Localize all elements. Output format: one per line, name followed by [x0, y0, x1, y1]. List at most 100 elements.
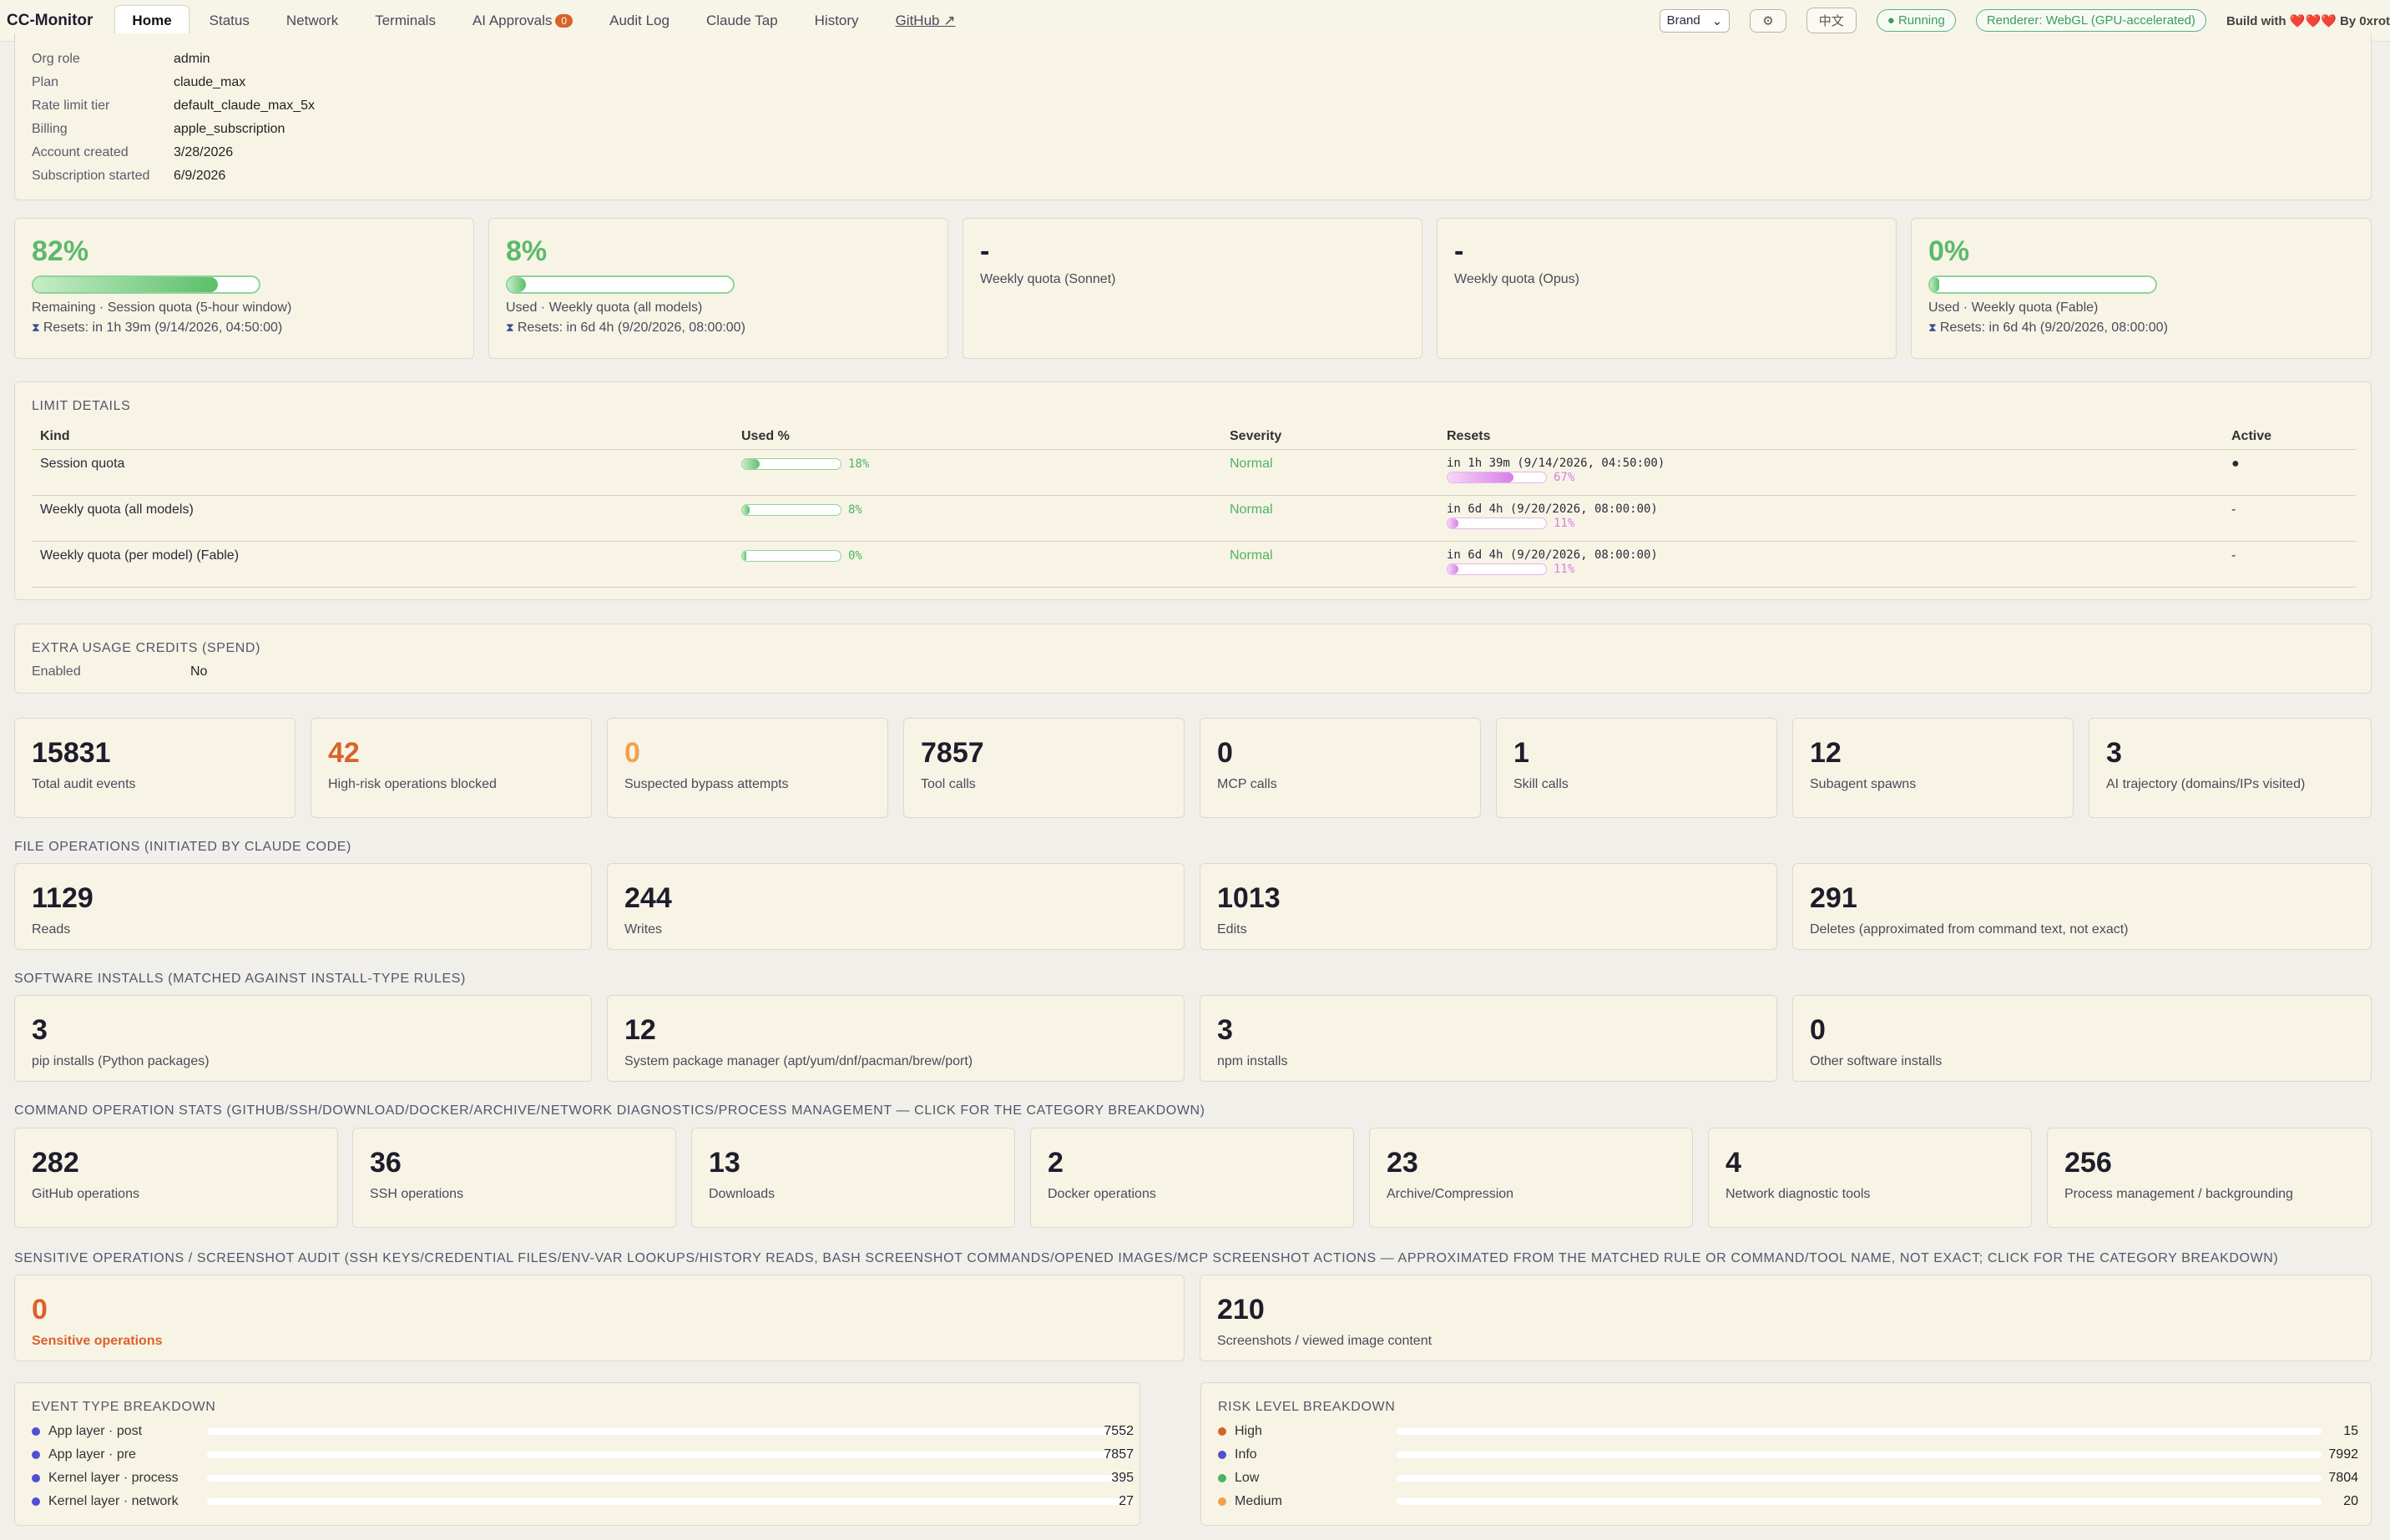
chevron-down-icon: ⌄ — [1711, 13, 1723, 28]
stat-card-subagent-spawns[interactable]: 12 Subagent spawns — [1792, 718, 2074, 818]
limit-resets: in 6d 4h (9/20/2026, 08:00:00) 11% — [1438, 541, 2223, 588]
quota-value: - — [1454, 235, 1464, 267]
stat-value: 36 — [370, 1147, 402, 1179]
quota-card-session: 82% Remaining · Session quota (5-hour wi… — [14, 218, 474, 359]
legend-dot — [32, 1497, 40, 1506]
quota-reset-text: Resets: in 6d 4h (9/20/2026, 08:00:00) — [1939, 321, 2168, 335]
theme-select-value: Brand — [1666, 13, 1700, 28]
tab-audit-log[interactable]: Audit Log — [593, 6, 686, 36]
account-value: 3/28/2026 — [174, 145, 234, 159]
tab-home[interactable]: Home — [114, 4, 189, 37]
used-percent: 0% — [848, 549, 862, 563]
command-card-network-diag[interactable]: 4 Network diagnostic tools — [1708, 1128, 2032, 1228]
legend-dot — [1218, 1474, 1226, 1482]
limit-active: ● — [2223, 449, 2356, 496]
breakdown-row: Info 7992 — [1218, 1445, 2358, 1465]
stat-label: AI trajectory (domains/IPs visited) — [2106, 777, 2306, 791]
install-card-other[interactable]: 0 Other software installs — [1792, 995, 2372, 1082]
breakdown-value: 7804 — [2328, 1471, 2358, 1485]
stat-value: 12 — [1810, 737, 1842, 769]
file-op-card-reads[interactable]: 1129 Reads — [14, 863, 592, 950]
stat-value: 282 — [32, 1147, 79, 1179]
stat-value: 3 — [2106, 737, 2122, 769]
ai-approvals-count-badge: 0 — [555, 14, 573, 28]
breakdown-row: High 15 — [1218, 1421, 2358, 1442]
language-button[interactable]: 中文 — [1806, 8, 1857, 33]
file-op-card-edits[interactable]: 1013 Edits — [1200, 863, 1777, 950]
install-card-system-pkg[interactable]: 12 System package manager (apt/yum/dnf/pa… — [607, 995, 1185, 1082]
quota-value: 82% — [32, 235, 89, 267]
quota-card-weekly-all: 8% Used · Weekly quota (all models) ⧗ Res… — [488, 218, 948, 359]
tab-ai-approvals[interactable]: AI Approvals 0 — [456, 6, 589, 36]
stat-label: Total audit events — [32, 777, 136, 791]
resets-percent: 67% — [1554, 471, 1575, 484]
top-right-controls: Brand ⌄ ⚙ 中文 ● Running Renderer: WebGL (G… — [1659, 8, 2390, 33]
breakdown-label: Medium — [1235, 1494, 1282, 1508]
tab-terminals[interactable]: Terminals — [358, 6, 452, 36]
theme-select[interactable]: Brand ⌄ — [1659, 8, 1731, 33]
tab-history[interactable]: History — [798, 6, 876, 36]
command-card-process-mgmt[interactable]: 256 Process management / backgrounding — [2047, 1128, 2372, 1228]
file-op-card-deletes[interactable]: 291 Deletes (approximated from command te… — [1792, 863, 2372, 950]
stat-card-mcp-calls[interactable]: 0 MCP calls — [1200, 718, 1481, 818]
tab-claude-tap[interactable]: Claude Tap — [690, 6, 795, 36]
stat-label: System package manager (apt/yum/dnf/pacm… — [624, 1054, 973, 1068]
sensitive-card-operations[interactable]: 0 Sensitive operations — [14, 1275, 1185, 1361]
command-card-ssh[interactable]: 36 SSH operations — [352, 1128, 676, 1228]
tab-network[interactable]: Network — [270, 6, 355, 36]
stat-value: 244 — [624, 882, 672, 914]
legend-dot — [32, 1427, 40, 1436]
breakdown-bar — [1397, 1428, 2322, 1435]
command-card-downloads[interactable]: 13 Downloads — [691, 1128, 1015, 1228]
column-header-resets: Resets — [1438, 424, 2223, 450]
stat-card-skill-calls[interactable]: 1 Skill calls — [1496, 718, 1777, 818]
github-link[interactable]: GitHub ↗ — [879, 6, 973, 36]
event-type-breakdown-card: EVENT TYPE BREAKDOWN App layer · post 755… — [14, 1382, 1140, 1526]
quota-value: - — [980, 235, 990, 267]
resets-progress-bar — [1447, 517, 1547, 529]
build-author: By 0xrot — [2339, 13, 2390, 28]
stat-label: Network diagnostic tools — [1726, 1187, 1871, 1201]
stat-card-ai-trajectory[interactable]: 3 AI trajectory (domains/IPs visited) — [2089, 718, 2372, 818]
stat-label: Screenshots / viewed image content — [1217, 1334, 1432, 1348]
limit-severity: Normal — [1221, 541, 1438, 588]
quota-reset: ⧗ Resets: in 6d 4h (9/20/2026, 08:00:00) — [1928, 321, 2168, 336]
breakdown-label: App layer · post — [48, 1424, 143, 1438]
stat-card-total-events[interactable]: 15831 Total audit events — [14, 718, 296, 818]
file-ops-title: FILE OPERATIONS (INITIATED BY CLAUDE COD… — [14, 840, 351, 854]
command-card-archive[interactable]: 23 Archive/Compression — [1369, 1128, 1693, 1228]
command-card-github[interactable]: 282 GitHub operations — [14, 1128, 338, 1228]
stat-value: 4 — [1726, 1147, 1741, 1179]
settings-button[interactable]: ⚙ — [1750, 8, 1786, 33]
stat-card-tool-calls[interactable]: 7857 Tool calls — [903, 718, 1185, 818]
limit-used: 18% — [733, 449, 1221, 496]
limit-used: 0% — [733, 541, 1221, 588]
stat-label: Archive/Compression — [1387, 1187, 1514, 1201]
limit-details-card: LIMIT DETAILS Kind Used % Severity Reset… — [14, 381, 2372, 600]
quota-card-opus: - Weekly quota (Opus) — [1437, 218, 1897, 359]
account-value: claude_max — [174, 75, 246, 89]
install-card-npm[interactable]: 3 npm installs — [1200, 995, 1777, 1082]
resets-progress-fill — [1448, 472, 1514, 482]
resets-progress-bar — [1447, 471, 1547, 483]
breakdown-row: Kernel layer · process 395 — [32, 1468, 1134, 1488]
command-card-docker[interactable]: 2 Docker operations — [1030, 1128, 1354, 1228]
used-progress-fill — [742, 458, 760, 469]
install-card-pip[interactable]: 3 pip installs (Python packages) — [14, 995, 592, 1082]
stat-value: 210 — [1217, 1294, 1265, 1325]
stat-value: 1013 — [1217, 882, 1281, 914]
stat-label: npm installs — [1217, 1054, 1288, 1068]
event-breakdown-title: EVENT TYPE BREAKDOWN — [32, 1400, 216, 1414]
tab-status[interactable]: Status — [193, 6, 266, 36]
file-op-card-writes[interactable]: 244 Writes — [607, 863, 1185, 950]
account-key: Plan — [32, 75, 59, 89]
sensitive-card-screenshots[interactable]: 210 Screenshots / viewed image content — [1200, 1275, 2372, 1361]
table-row: Weekly quota (all models) 8% Normal in 6… — [32, 495, 2356, 542]
breakdown-bar — [1397, 1498, 2322, 1505]
limit-details-table: Kind Used % Severity Resets Active Sessi… — [32, 424, 2356, 588]
quota-label: Remaining · Session quota (5-hour window… — [32, 300, 292, 315]
stat-card-high-risk-blocked[interactable]: 42 High-risk operations blocked — [311, 718, 592, 818]
breakdown-value: 27 — [1119, 1494, 1134, 1508]
stat-label: Tool calls — [921, 777, 976, 791]
stat-card-bypass-attempts[interactable]: 0 Suspected bypass attempts — [607, 718, 888, 818]
